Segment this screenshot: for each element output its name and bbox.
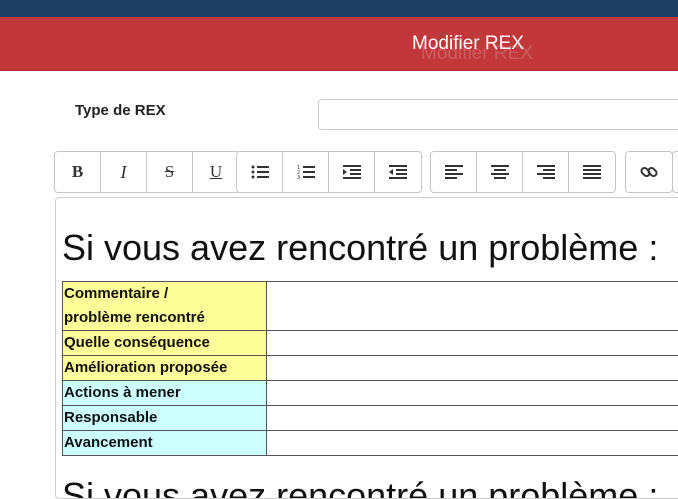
table-row: Quelle conséquence: [63, 331, 678, 356]
table-row-label[interactable]: Responsable: [63, 406, 267, 431]
type-de-rex-label: Type de REX: [75, 102, 166, 119]
table-row-label-line: problème rencontré: [64, 306, 265, 330]
table-row-value[interactable]: [267, 356, 678, 381]
align-justify-button[interactable]: [569, 152, 615, 192]
editor-heading-next: Si vous avez rencontré un problème :: [62, 476, 658, 499]
table-row-label-line: Amélioration proposée: [64, 356, 265, 380]
table-row-value[interactable]: [267, 431, 678, 456]
align-center-icon: [491, 165, 509, 179]
table-row-value[interactable]: [267, 406, 678, 431]
table-row-value[interactable]: [267, 381, 678, 406]
text-style-group: B I S U: [54, 151, 240, 193]
table-row-label[interactable]: Quelle conséquence: [63, 331, 267, 356]
bulleted-list-button[interactable]: [237, 152, 283, 192]
table-row-value[interactable]: [267, 282, 678, 331]
page-header: Modifier REX Modifier REX: [0, 17, 678, 71]
align-right-icon: [537, 165, 555, 179]
bulleted-list-icon: [251, 165, 269, 179]
table-row-label[interactable]: Actions à mener: [63, 381, 267, 406]
bold-button[interactable]: B: [55, 152, 101, 192]
table-row-label-line: Quelle conséquence: [64, 331, 265, 355]
table-row-label[interactable]: Commentaire /problème rencontré: [63, 282, 267, 331]
align-right-button[interactable]: [523, 152, 569, 192]
table-row-label-line: Avancement: [64, 431, 265, 455]
outdent-button[interactable]: [375, 152, 421, 192]
svg-text:3: 3: [297, 175, 300, 180]
table-row-label[interactable]: Amélioration proposée: [63, 356, 267, 381]
alignment-group: [430, 151, 616, 193]
table-row-label-line: Commentaire /: [64, 282, 265, 306]
bold-icon: B: [72, 162, 83, 182]
strikethrough-button[interactable]: S: [147, 152, 193, 192]
table-row-label-line: Actions à mener: [64, 381, 265, 405]
strikethrough-icon: S: [165, 162, 174, 182]
table-row-value[interactable]: [267, 331, 678, 356]
italic-icon: I: [121, 162, 127, 183]
editor-heading: Si vous avez rencontré un problème :: [62, 228, 658, 268]
italic-button[interactable]: I: [101, 152, 147, 192]
table-row: Amélioration proposée: [63, 356, 678, 381]
align-justify-icon: [583, 165, 601, 179]
numbered-list-icon: 1 2 3: [297, 164, 315, 180]
rex-table: Commentaire /problème rencontréQuelle co…: [62, 281, 678, 456]
underline-icon: U: [210, 162, 222, 182]
table-row: Commentaire /problème rencontré: [63, 282, 678, 331]
more-tools-group: [672, 151, 678, 193]
align-center-button[interactable]: [477, 152, 523, 192]
page-title: Modifier REX: [0, 33, 678, 55]
align-left-icon: [445, 165, 463, 179]
link-button[interactable]: [626, 152, 672, 192]
table-row-label-line: Responsable: [64, 406, 265, 430]
align-left-button[interactable]: [431, 152, 477, 192]
table-row-label[interactable]: Avancement: [63, 431, 267, 456]
indent-icon: [343, 165, 361, 179]
table-row: Actions à mener: [63, 381, 678, 406]
type-de-rex-input[interactable]: [318, 99, 678, 130]
outdent-icon: [389, 165, 407, 179]
top-navbar: [0, 0, 678, 17]
link-group: [625, 151, 673, 193]
underline-button[interactable]: U: [193, 152, 239, 192]
rich-text-editor[interactable]: Si vous avez rencontré un problème : Com…: [55, 197, 678, 499]
indent-button[interactable]: [329, 152, 375, 192]
list-indent-group: 1 2 3: [236, 151, 422, 193]
page-title-shadow: Modifier REX: [421, 43, 533, 65]
table-row: Responsable: [63, 406, 678, 431]
numbered-list-button[interactable]: 1 2 3: [283, 152, 329, 192]
table-row: Avancement: [63, 431, 678, 456]
link-icon: [640, 163, 658, 181]
